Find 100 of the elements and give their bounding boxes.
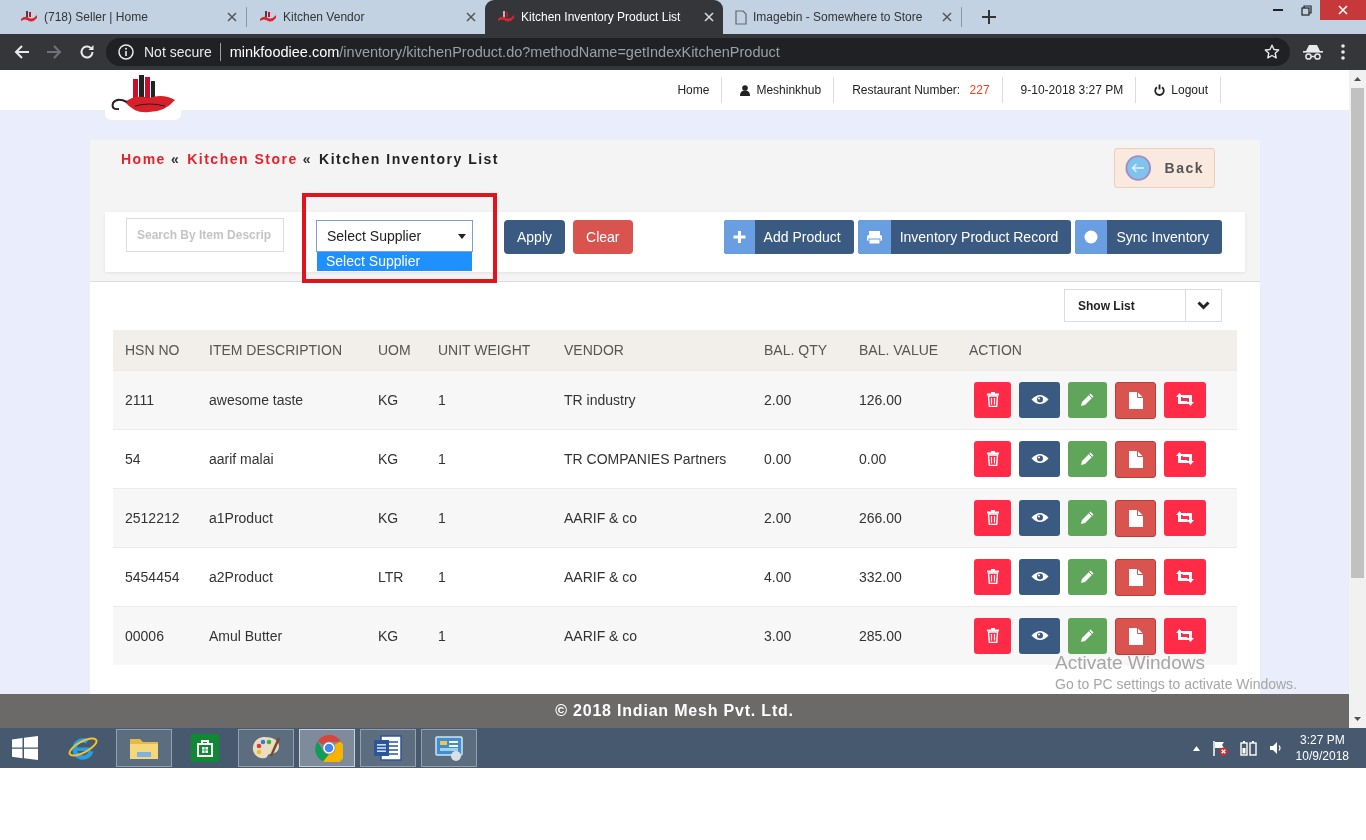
copyright-text: © 2018 Indian Mesh Pvt. Ltd. — [555, 702, 794, 720]
caret-up-icon[interactable] — [1354, 77, 1361, 81]
edit-button[interactable] — [1068, 617, 1107, 654]
delete-button[interactable] — [974, 499, 1011, 536]
table-cell: KG — [366, 370, 426, 430]
edit-button[interactable] — [1068, 558, 1107, 595]
document-button[interactable] — [1115, 440, 1156, 478]
delete-button[interactable] — [974, 440, 1011, 477]
scrollbar[interactable] — [1349, 70, 1366, 728]
breadcrumb-separator: « — [170, 151, 181, 167]
flag-icon[interactable] — [1211, 740, 1228, 756]
view-button[interactable] — [1019, 381, 1060, 418]
swap-button[interactable] — [1164, 440, 1206, 477]
document-button[interactable] — [1115, 617, 1156, 655]
browser-tab[interactable]: Imagebin - Somewhere to Store — [723, 0, 961, 34]
edit-button[interactable] — [1068, 440, 1107, 477]
browser-tab[interactable]: Kitchen Inventory Product List — [485, 0, 723, 34]
breadcrumb-link[interactable]: Home — [121, 151, 166, 167]
browser-tab[interactable]: Kitchen Vendor — [247, 0, 485, 34]
clear-button[interactable]: Clear — [573, 220, 633, 254]
address-field[interactable]: Not secure minkfoodiee.com/inventory/kitchenProduct.do?methodName=getIndexKitchenProduct — [106, 38, 1290, 66]
view-button[interactable] — [1019, 617, 1060, 654]
arrow-right-icon[interactable] — [46, 44, 62, 60]
swap-button[interactable] — [1164, 381, 1206, 418]
chili-logo-icon — [259, 11, 277, 23]
file-icon — [1128, 450, 1143, 468]
view-button[interactable] — [1019, 440, 1060, 477]
delete-button[interactable] — [974, 558, 1011, 595]
add-product-button[interactable]: Add Product — [723, 220, 854, 254]
delete-button[interactable] — [974, 617, 1011, 654]
restaurant-number: Restaurant Number: 227 — [851, 83, 991, 97]
table-cell: 285.00 — [847, 606, 957, 665]
table-cell: 1 — [426, 370, 552, 430]
document-button[interactable] — [1115, 381, 1156, 419]
breadcrumb-link[interactable]: Kitchen Store — [187, 151, 298, 167]
arrow-left-icon[interactable] — [14, 44, 30, 60]
shopping-bag-icon — [191, 734, 219, 762]
battery-icon[interactable] — [1239, 740, 1258, 756]
star-icon[interactable] — [1264, 44, 1280, 60]
url-text: minkfoodiee.com/inventory/kitchenProduct.do?methodName=getIndexKitchenProduct — [229, 44, 780, 60]
taskbar-app-button[interactable] — [238, 729, 294, 767]
show-list-dropdown[interactable]: Show List — [1064, 289, 1222, 322]
activation-title: Activate Windows — [1055, 653, 1206, 673]
table-cell: 2111 — [113, 370, 197, 430]
sync-inventory-button[interactable]: Sync Inventory — [1075, 220, 1222, 254]
eye-icon — [1030, 571, 1049, 582]
swap-button[interactable] — [1164, 499, 1206, 536]
table-cell: 3.00 — [752, 606, 847, 665]
table-cell: 266.00 — [847, 488, 957, 548]
view-button[interactable] — [1019, 499, 1060, 536]
close-icon — [1338, 5, 1348, 15]
user-name[interactable]: Meshinkhub — [756, 83, 822, 97]
close-icon[interactable] — [227, 12, 237, 22]
close-icon[interactable] — [466, 12, 476, 22]
date-time: 9-10-2018 3:27 PM — [1019, 83, 1125, 97]
edit-button[interactable] — [1068, 381, 1107, 418]
table-cell: 2.00 — [752, 370, 847, 430]
windows-logo-icon[interactable] — [12, 736, 38, 760]
document-button[interactable] — [1115, 558, 1156, 596]
plus-icon[interactable] — [982, 10, 996, 24]
swap-arrows-icon — [1176, 570, 1194, 583]
document-button[interactable] — [1115, 499, 1156, 537]
view-button[interactable] — [1019, 558, 1060, 595]
document-icon — [373, 734, 403, 762]
taskbar-app-button[interactable] — [360, 729, 416, 767]
supplier-select[interactable]: Select Supplier — [316, 220, 473, 252]
table-cell: 2.00 — [752, 488, 847, 548]
speaker-icon[interactable] — [1269, 741, 1282, 755]
incognito-icon[interactable] — [1303, 44, 1323, 60]
user-icon — [740, 84, 751, 96]
close-icon[interactable] — [942, 12, 952, 22]
nav-link[interactable]: Home — [659, 83, 722, 97]
edit-button[interactable] — [1068, 499, 1107, 536]
clock-date: 10/9/2018 — [1295, 748, 1349, 764]
caret-down-icon[interactable] — [1354, 717, 1361, 721]
taskbar-app-button[interactable] — [421, 729, 477, 767]
trash-icon — [986, 628, 999, 643]
logout-link[interactable]: Logout — [1136, 83, 1220, 97]
info-icon[interactable] — [118, 44, 134, 60]
back-button[interactable]: Back — [1114, 148, 1215, 188]
apply-button[interactable]: Apply — [504, 220, 566, 254]
print-record-button[interactable]: Inventory Product Record — [857, 220, 1072, 254]
caret-up-icon[interactable] — [1192, 745, 1200, 751]
table-cell: KG — [366, 606, 426, 665]
browser-tab[interactable]: (718) Seller | Home — [8, 0, 246, 34]
scroll-thumb[interactable] — [1351, 88, 1364, 578]
swap-button[interactable] — [1164, 617, 1206, 654]
reload-icon[interactable] — [79, 44, 95, 60]
search-field[interactable]: Search By Item Descrip — [126, 218, 284, 252]
taskbar-app-button[interactable] — [116, 729, 172, 767]
column-header: ITEM DESCRIPTION — [197, 330, 366, 371]
swap-button[interactable] — [1164, 558, 1206, 595]
delete-button[interactable] — [974, 381, 1011, 418]
eye-icon — [1030, 630, 1049, 641]
close-button[interactable] — [1320, 0, 1366, 20]
activation-message: Go to PC settings to activate Windows. — [1055, 676, 1297, 692]
power-icon — [1154, 84, 1166, 96]
menu-icon[interactable] — [1341, 44, 1345, 60]
restore-icon[interactable] — [1300, 4, 1312, 16]
table-cell: AARIF & co — [552, 606, 752, 665]
